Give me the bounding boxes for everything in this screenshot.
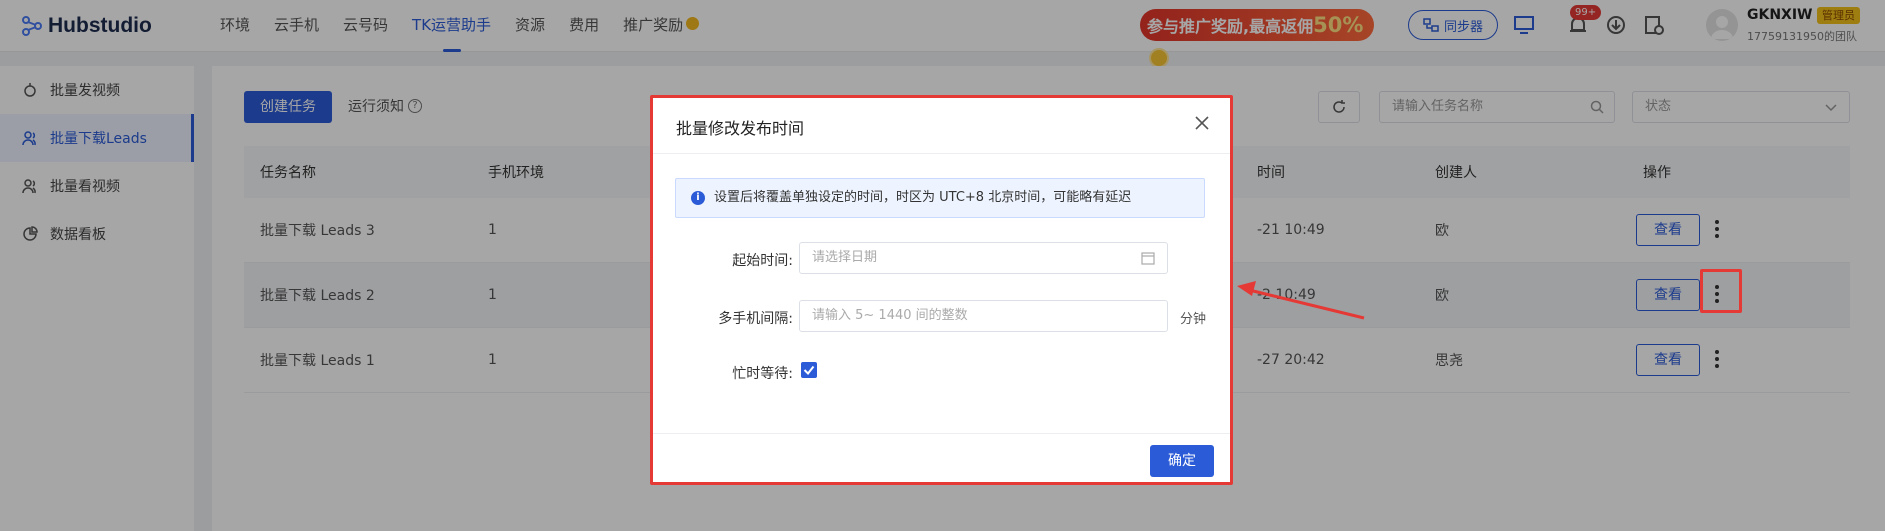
busy-wait-checkbox[interactable]: [801, 362, 817, 378]
start-time-label: 起始时间:: [732, 253, 793, 269]
interval-placeholder: 请输入 5~ 1440 间的整数: [812, 308, 968, 323]
annotation-highlight-box: [1700, 269, 1742, 313]
divider: [653, 433, 1230, 434]
check-icon: [803, 365, 815, 376]
confirm-button[interactable]: 确定: [1150, 445, 1214, 477]
start-time-picker[interactable]: 请选择日期: [799, 242, 1168, 274]
info-icon: i: [691, 191, 705, 205]
alert-text: 设置后将覆盖单独设定的时间，时区为 UTC+8 北京时间，可能略有延迟: [714, 190, 1132, 205]
interval-unit: 分钟: [1180, 312, 1207, 327]
close-icon[interactable]: [1193, 114, 1211, 132]
busy-wait-label: 忙时等待:: [732, 366, 793, 382]
info-alert: i 设置后将覆盖单独设定的时间，时区为 UTC+8 北京时间，可能略有延迟: [675, 178, 1205, 218]
modal-title: 批量修改发布时间: [676, 119, 805, 138]
interval-input[interactable]: 请输入 5~ 1440 间的整数: [799, 300, 1168, 332]
calendar-icon: [1141, 252, 1155, 265]
interval-label: 多手机间隔:: [718, 311, 793, 327]
batch-edit-publish-time-dialog: 批量修改发布时间 i 设置后将覆盖单独设定的时间，时区为 UTC+8 北京时间，…: [650, 95, 1233, 485]
start-time-placeholder: 请选择日期: [812, 250, 878, 265]
divider: [653, 153, 1230, 154]
